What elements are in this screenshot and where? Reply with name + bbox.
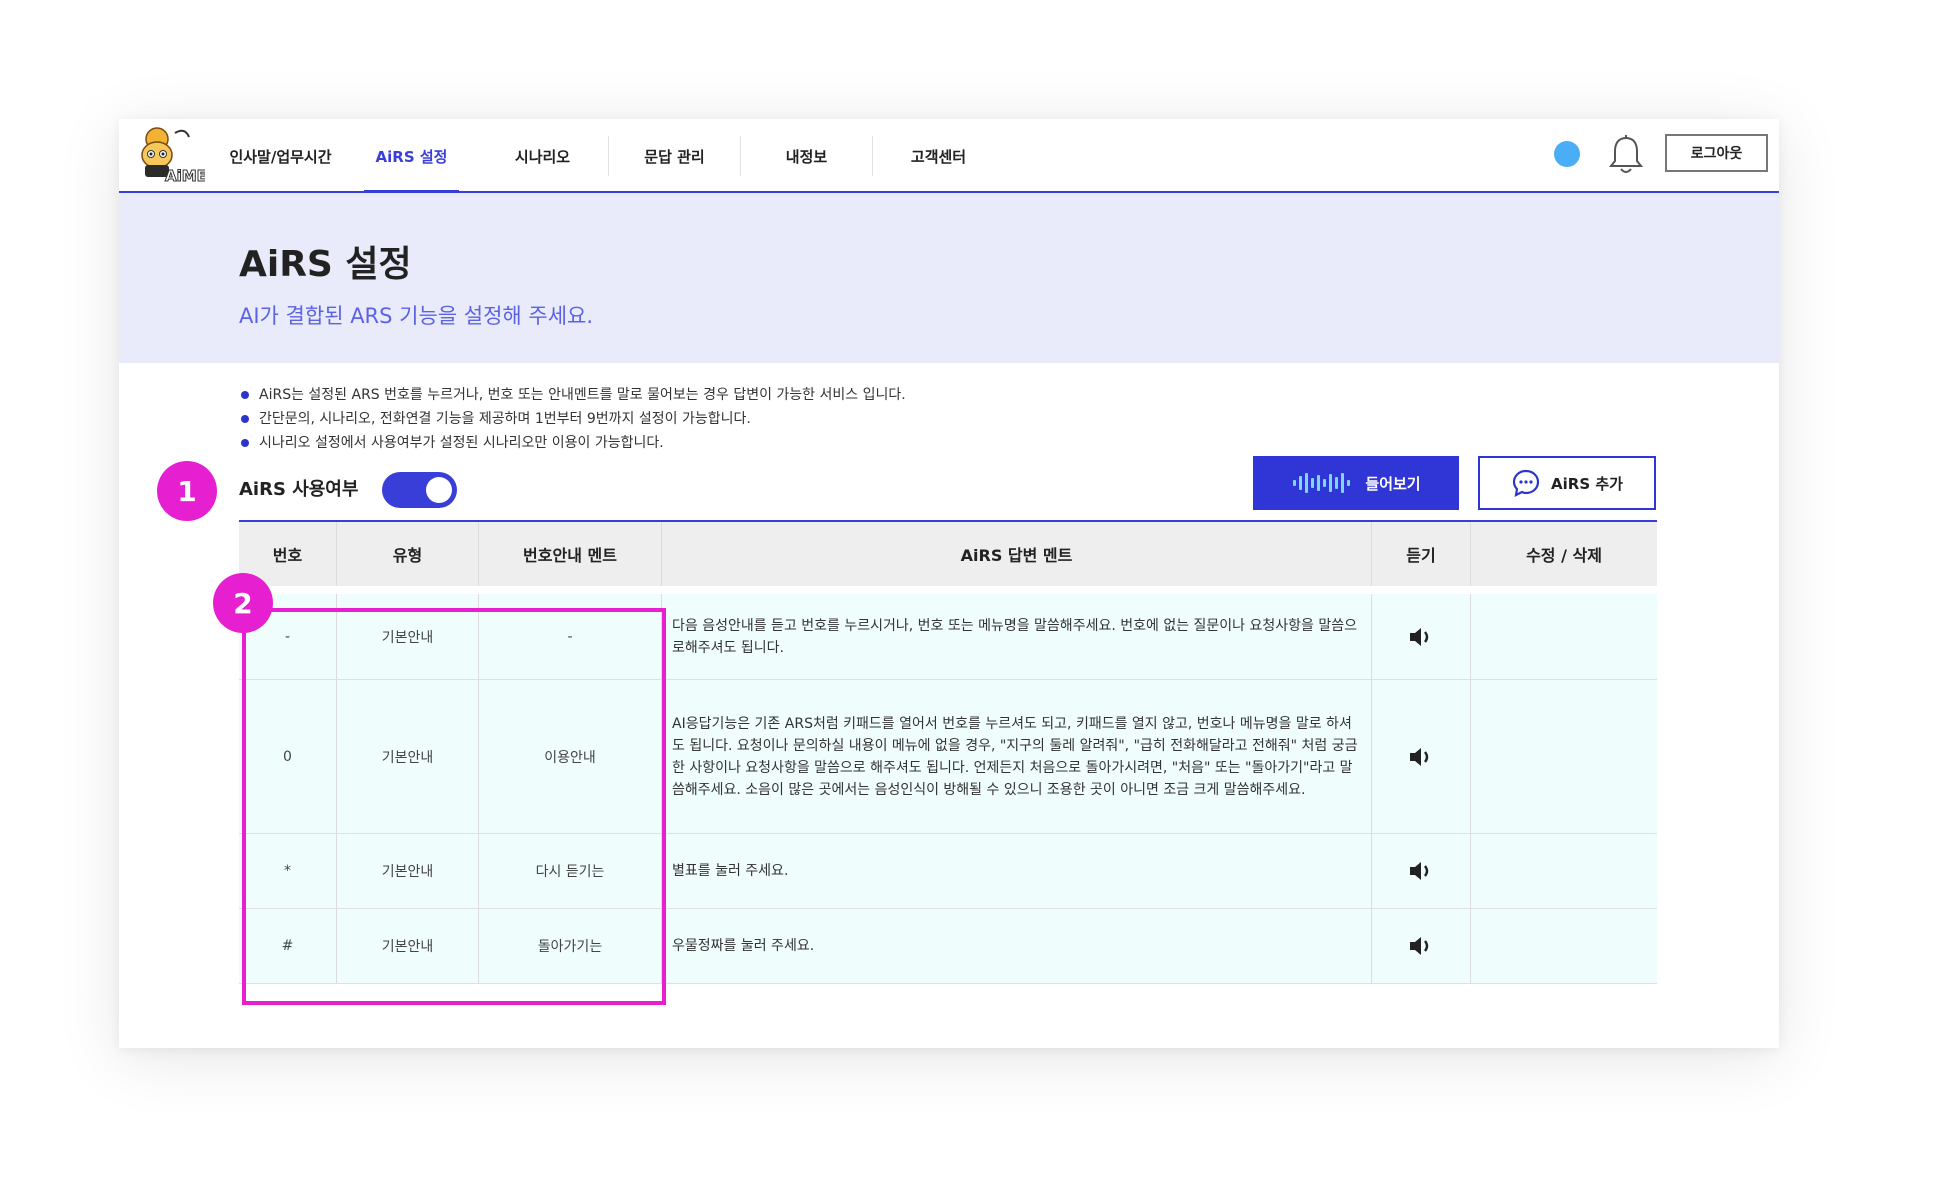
airs-usage-label: AiRS 사용여부: [239, 479, 359, 500]
airs-table: 번호 유형 번호안내 멘트 AiRS 답변 멘트 듣기 수정 / 삭제 - 기본…: [239, 520, 1657, 984]
table-row: # 기본안내 돌아가기는 우물정짜를 눌러 주세요.: [239, 909, 1657, 984]
column-header-edit-delete: 수정 / 삭제: [1526, 546, 1602, 565]
add-airs-button[interactable]: AiRS 추가: [1478, 456, 1656, 510]
nav-item-greeting-hours[interactable]: 인사말/업무시간: [215, 119, 346, 193]
listen-button[interactable]: 들어보기: [1253, 456, 1459, 510]
cell-edit-delete: [1471, 834, 1657, 908]
cell-guide-ment: -: [479, 594, 662, 679]
column-header-listen: 듣기: [1372, 522, 1471, 586]
column-header-answer-ment: AiRS 답변 멘트: [662, 522, 1372, 586]
logout-button[interactable]: 로그아웃: [1665, 134, 1768, 172]
cell-answer-ment: AI응답기능은 기존 ARS처럼 키패드를 열어서 번호를 누르셔도 되고, 키…: [662, 680, 1372, 833]
nav-label: 인사말/업무시간: [229, 147, 332, 166]
cell-listen: [1372, 834, 1471, 908]
chat-bubble-icon: [1512, 469, 1540, 497]
add-airs-button-label: AiRS 추가: [1551, 474, 1623, 493]
page-subtitle: AI가 결합된 ARS 기능을 설정해 주세요.: [239, 304, 594, 328]
cell-type: 기본안내: [337, 909, 479, 983]
table-header-row: 번호 유형 번호안내 멘트 AiRS 답변 멘트 듣기 수정 / 삭제: [239, 522, 1657, 594]
speaker-icon[interactable]: [1408, 935, 1434, 957]
cell-guide-ment: 돌아가기는: [479, 909, 662, 983]
speaker-icon[interactable]: [1408, 746, 1434, 768]
cell-type: 기본안내: [337, 594, 479, 679]
page-title: AiRS 설정: [239, 244, 412, 285]
nav-item-customer-center[interactable]: 고객센터: [873, 119, 1004, 193]
table-row: - 기본안내 - 다음 음성안내를 듣고 번호를 누르시거나, 번호 또는 메뉴…: [239, 594, 1657, 680]
speaker-icon[interactable]: [1408, 860, 1434, 882]
cell-answer-ment: 우물정짜를 눌러 주세요.: [662, 909, 1372, 983]
speaker-icon[interactable]: [1408, 626, 1434, 648]
cell-guide-ment: 이용안내: [479, 680, 662, 833]
cell-type: 기본안내: [337, 680, 479, 833]
callout-marker-2: 2: [213, 573, 273, 633]
nav-item-airs-settings[interactable]: AiRS 설정: [346, 119, 477, 195]
nav-item-my-info[interactable]: 내정보: [741, 119, 872, 193]
aime-logo[interactable]: AiME: [135, 125, 207, 186]
nav-label: 고객센터: [910, 147, 967, 166]
nav-item-scenario[interactable]: 시나리오: [477, 119, 608, 193]
cell-answer-ment: 별표를 눌러 주세요.: [662, 834, 1372, 908]
status-indicator[interactable]: [1554, 141, 1580, 167]
note-item: 시나리오 설정에서 사용여부가 설정된 시나리오만 이용이 가능합니다.: [239, 431, 906, 455]
table-row: 0 기본안내 이용안내 AI응답기능은 기존 ARS처럼 키패드를 열어서 번호…: [239, 680, 1657, 834]
app-window: AiME 인사말/업무시간 AiRS 설정 시나리오 문답 관리 내정보 고객센…: [119, 119, 1779, 1048]
nav-label: 내정보: [785, 147, 828, 166]
svg-text:AiME: AiME: [165, 167, 205, 185]
top-navigation-bar: AiME 인사말/업무시간 AiRS 설정 시나리오 문답 관리 내정보 고객센…: [119, 119, 1779, 195]
cell-type: 기본안내: [337, 834, 479, 908]
callout-marker-1: 1: [157, 461, 217, 521]
cell-guide-ment: 다시 듣기는: [479, 834, 662, 908]
cell-edit-delete: [1471, 594, 1657, 679]
column-header-type: 유형: [337, 522, 479, 586]
nav-item-qa-management[interactable]: 문답 관리: [609, 119, 740, 193]
note-item: AiRS는 설정된 ARS 번호를 누르거나, 번호 또는 안내멘트를 말로 물…: [239, 383, 906, 407]
info-notes: AiRS는 설정된 ARS 번호를 누르거나, 번호 또는 안내멘트를 말로 물…: [239, 383, 906, 455]
listen-button-label: 들어보기: [1365, 474, 1421, 493]
nav-label: 문답 관리: [644, 147, 705, 166]
airs-usage-toggle[interactable]: [382, 472, 457, 508]
cell-listen: [1372, 594, 1471, 679]
toggle-knob: [426, 477, 452, 503]
cell-answer-ment: 다음 음성안내를 듣고 번호를 누르시거나, 번호 또는 메뉴명을 말씀해주세요…: [662, 594, 1372, 679]
bell-icon[interactable]: [1606, 133, 1646, 177]
note-item: 간단문의, 시나리오, 전화연결 기능을 제공하며 1번부터 9번까지 설정이 …: [239, 407, 906, 431]
nav-label: AiRS 설정: [375, 147, 448, 166]
page-header-banner: AiRS 설정 AI가 결합된 ARS 기능을 설정해 주세요.: [119, 193, 1779, 363]
column-header-guide-ment: 번호안내 멘트: [479, 522, 662, 586]
cell-edit-delete: [1471, 909, 1657, 983]
cell-edit-delete: [1471, 680, 1657, 833]
cell-number: #: [239, 909, 337, 983]
table-row: * 기본안내 다시 듣기는 별표를 눌러 주세요.: [239, 834, 1657, 909]
cell-number: 0: [239, 680, 337, 833]
main-nav: 인사말/업무시간 AiRS 설정 시나리오 문답 관리 내정보 고객센터: [215, 119, 1004, 195]
soundwave-icon: [1293, 473, 1351, 493]
cell-listen: [1372, 680, 1471, 833]
cell-number: *: [239, 834, 337, 908]
nav-label: 시나리오: [514, 147, 571, 166]
cell-listen: [1372, 909, 1471, 983]
